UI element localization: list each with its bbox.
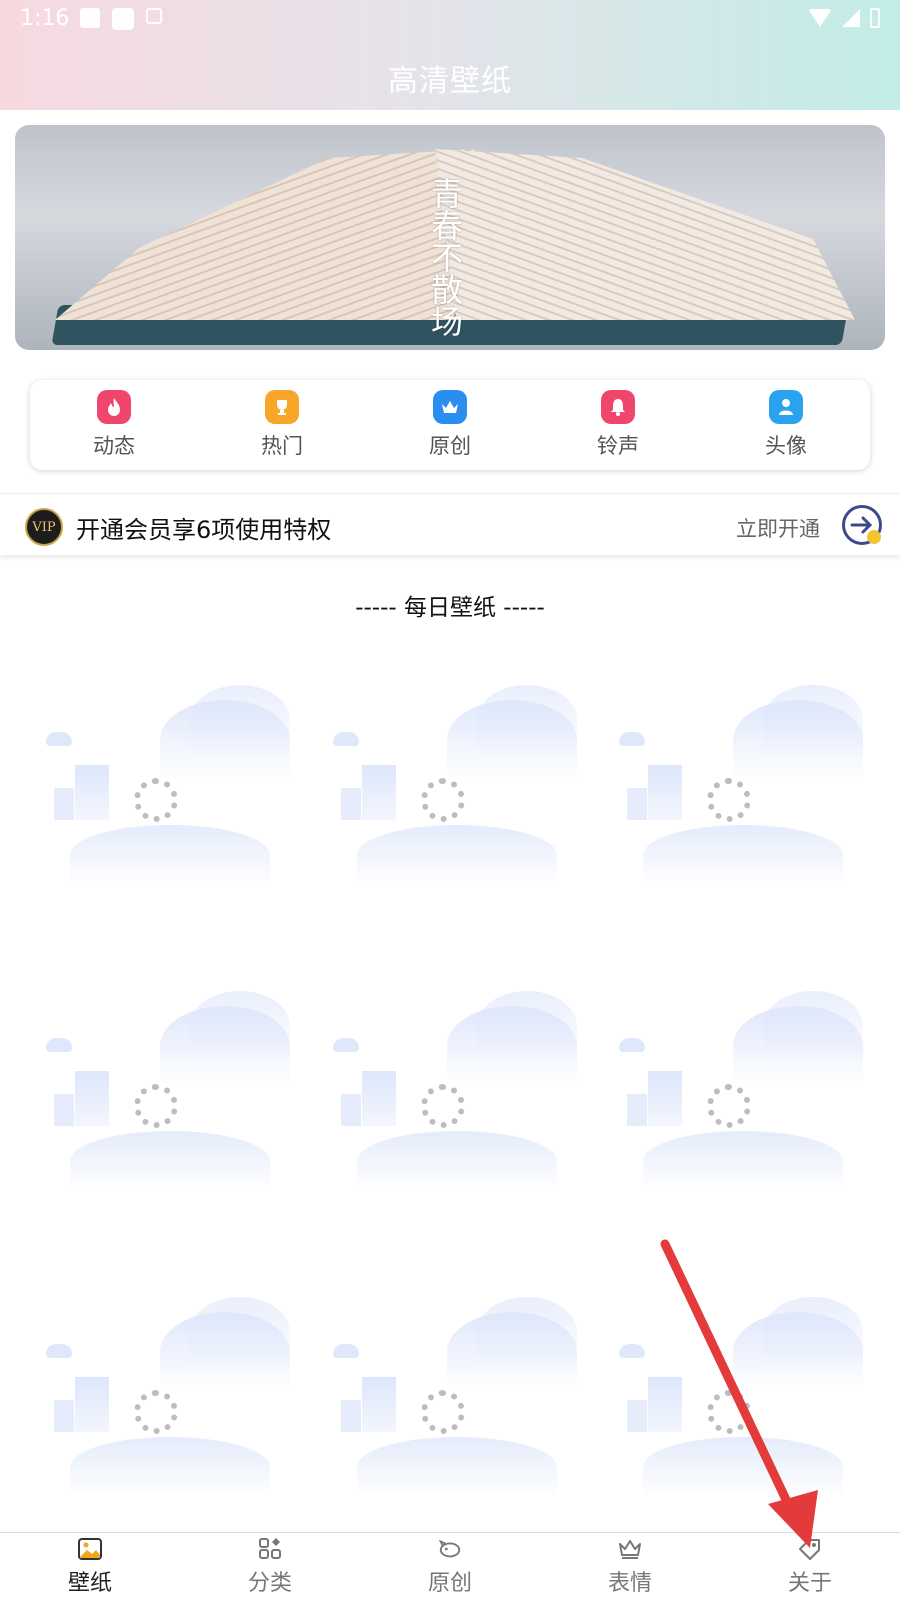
crown-icon <box>433 390 467 424</box>
loading-placeholder-icon <box>327 976 577 1196</box>
arrow-right-icon[interactable] <box>842 505 882 545</box>
quick-menu-label: 动态 <box>93 434 135 458</box>
loading-placeholder-icon <box>40 976 290 1196</box>
quick-menu-label: 热门 <box>261 434 303 458</box>
nav-label: 分类 <box>247 1570 292 1596</box>
wallpaper-placeholder[interactable] <box>307 1262 594 1568</box>
crown-icon <box>617 1537 643 1561</box>
flame-icon <box>97 390 131 424</box>
bell-icon <box>601 390 635 424</box>
daily-wallpaper-title: ----- 每日壁纸 ----- <box>355 595 545 621</box>
nav-label: 壁纸 <box>67 1570 112 1596</box>
wallpaper-placeholder[interactable] <box>20 1262 307 1568</box>
loading-placeholder-icon <box>40 670 290 890</box>
trophy-icon <box>265 390 299 424</box>
nav-label: 关于 <box>787 1570 832 1596</box>
category-icon <box>257 1537 283 1561</box>
vip-banner[interactable]: VIP 开通会员享6项使用特权 立即开通 <box>0 493 900 555</box>
vip-arrow-accent <box>867 530 881 544</box>
battery-icon <box>870 8 880 28</box>
loading-placeholder-icon <box>613 1282 864 1502</box>
quick-menu-hot[interactable]: 热门 <box>222 390 342 460</box>
banner-carousel[interactable]: 青春不散场 <box>15 125 885 350</box>
wifi-icon <box>808 9 832 27</box>
loading-spinner-icon <box>707 1390 752 1434</box>
nav-item-original[interactable]: 原创 <box>390 1537 510 1597</box>
quick-menu-original[interactable]: 原创 <box>390 390 510 460</box>
app-header: 1:16 高清壁纸 <box>0 0 900 110</box>
book-pages-right <box>435 149 855 320</box>
loading-spinner-icon <box>134 778 178 822</box>
status-icons-left <box>80 8 162 30</box>
quick-menu-ringtone[interactable]: 铃声 <box>558 390 678 460</box>
vip-open-link[interactable]: 立即开通 <box>736 513 820 543</box>
loading-spinner-icon <box>420 778 465 822</box>
quick-menu-label: 原创 <box>429 434 471 458</box>
image-icon <box>77 1537 103 1561</box>
a-icon <box>146 8 162 24</box>
quick-menu-avatar[interactable]: 头像 <box>726 390 846 460</box>
quick-menu-label: 铃声 <box>597 434 639 458</box>
wallpaper-placeholder[interactable] <box>307 956 594 1262</box>
nav-label: 原创 <box>427 1570 472 1596</box>
page-title: 高清壁纸 <box>388 64 512 99</box>
banner-text: 青春不散场 <box>426 177 464 337</box>
wallpaper-placeholder[interactable] <box>593 650 880 956</box>
quick-menu: 动态 热门 原创 铃声 头像 <box>30 380 870 470</box>
square-icon <box>112 8 134 30</box>
vip-promo-text: 开通会员享6项使用特权 <box>76 516 332 544</box>
status-icons-right <box>808 8 880 28</box>
loading-placeholder-icon <box>327 1282 577 1502</box>
loading-spinner-icon <box>707 778 752 822</box>
loading-placeholder-icon <box>613 976 864 1196</box>
loading-placeholder-icon <box>327 670 577 890</box>
loading-placeholder-icon <box>40 1282 290 1502</box>
nav-label: 表情 <box>607 1570 652 1596</box>
wallpaper-placeholder[interactable] <box>20 650 307 956</box>
bottom-nav: 壁纸 分类 原创 表情 关于 <box>0 1532 900 1600</box>
quick-menu-label: 头像 <box>765 434 807 458</box>
signal-icon <box>842 9 860 27</box>
loading-spinner-icon <box>420 1390 465 1434</box>
loading-spinner-icon <box>420 1084 465 1128</box>
wallpaper-placeholder[interactable] <box>307 650 594 956</box>
nav-item-category[interactable]: 分类 <box>210 1537 330 1597</box>
wallpaper-grid <box>20 650 880 1550</box>
loading-spinner-icon <box>134 1084 178 1128</box>
wallpaper-placeholder[interactable] <box>593 956 880 1262</box>
loading-spinner-icon <box>707 1084 752 1128</box>
image-icon <box>80 8 100 28</box>
quick-menu-dynamic[interactable]: 动态 <box>54 390 174 460</box>
nav-item-about[interactable]: 关于 <box>750 1537 870 1597</box>
piggy-icon <box>437 1537 463 1561</box>
wallpaper-placeholder[interactable] <box>593 1262 880 1568</box>
loading-placeholder-icon <box>613 670 864 890</box>
status-time: 1:16 <box>20 6 70 31</box>
person-icon <box>769 390 803 424</box>
nav-item-wallpaper[interactable]: 壁纸 <box>30 1537 150 1597</box>
loading-spinner-icon <box>134 1390 178 1434</box>
vip-badge-icon: VIP <box>25 508 63 546</box>
nav-item-emoji[interactable]: 表情 <box>570 1537 690 1597</box>
wallpaper-placeholder[interactable] <box>20 956 307 1262</box>
book-pages-left <box>55 149 475 320</box>
tag-icon <box>797 1537 823 1561</box>
